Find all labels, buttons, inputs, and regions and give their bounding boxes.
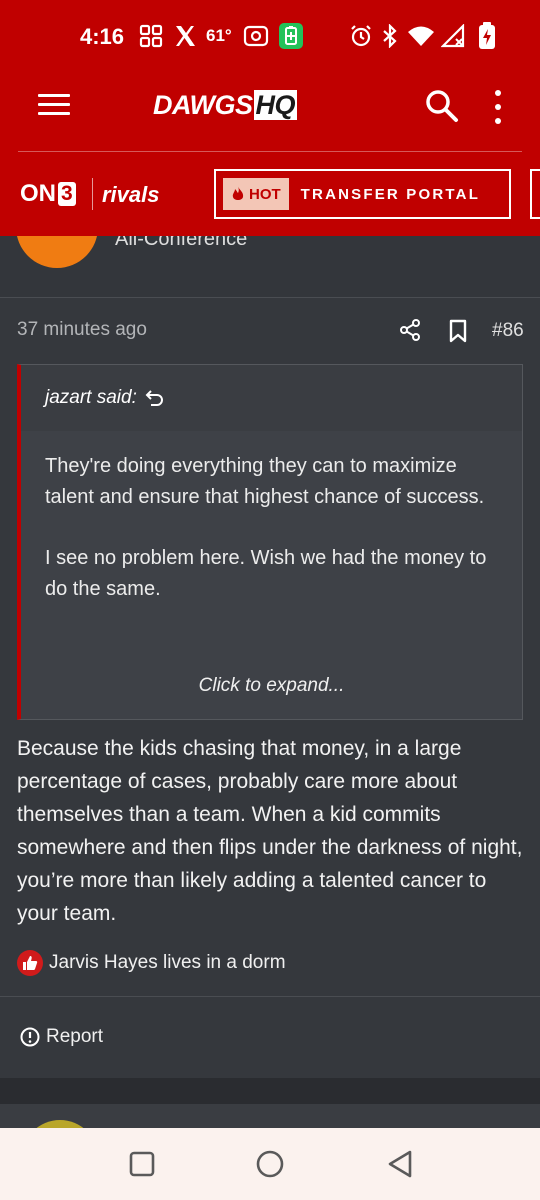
hamburger-icon[interactable] (38, 94, 70, 120)
search-icon[interactable] (424, 88, 460, 124)
quote-block: jazart said: They're doing everything th… (17, 364, 523, 720)
more-vertical-icon[interactable] (488, 90, 508, 124)
recents-icon[interactable] (126, 1148, 158, 1180)
on3-digit: 3 (58, 182, 76, 206)
system-nav-bar (0, 1128, 540, 1200)
signal-icon (440, 22, 466, 50)
go-to-quote-icon[interactable] (145, 388, 165, 408)
flame-icon (232, 186, 244, 200)
user-role: All-Conference (115, 236, 248, 250)
next-post (0, 1104, 540, 1128)
quote-author[interactable]: jazart said: (45, 387, 165, 409)
previous-post: All-Conference (0, 236, 540, 298)
transfer-portal-label: TRANSFER PORTAL (300, 185, 481, 203)
site-logo[interactable]: DAWGS HQ (153, 90, 298, 121)
status-time: 4:16 (80, 24, 125, 49)
share-icon[interactable] (398, 318, 422, 342)
home-icon[interactable] (254, 1148, 286, 1180)
logo-main-text: DAWGS (153, 90, 253, 120)
post-footer-divider (0, 996, 540, 997)
quote-paragraph: They're doing everything they can to max… (45, 455, 485, 508)
report-button[interactable]: Report (20, 1026, 103, 1048)
reaction-summary[interactable]: Jarvis Hayes lives in a dorm (17, 950, 286, 976)
transfer-portal-button[interactable]: HOT TRANSFER PORTAL (214, 169, 511, 219)
avatar[interactable] (16, 236, 98, 268)
hot-badge: HOT (223, 178, 289, 210)
status-temperature: 61° (206, 26, 232, 45)
battery-saver-icon (278, 22, 304, 50)
quote-body: They're doing everything they can to max… (45, 451, 505, 605)
x-logo-icon (172, 22, 198, 50)
click-to-expand[interactable]: Click to expand... (21, 675, 522, 697)
partner-bar: ON 3 rivals HOT TRANSFER PORTAL (0, 152, 540, 236)
post-separator (0, 1078, 540, 1104)
report-label: Report (46, 1026, 104, 1047)
post-timestamp[interactable]: 37 minutes ago (17, 319, 147, 341)
post-number[interactable]: #86 (492, 320, 524, 342)
weather-icon (242, 22, 270, 50)
report-icon (20, 1027, 40, 1047)
avatar[interactable] (22, 1120, 98, 1128)
rivals-logo[interactable]: rivals (102, 182, 160, 208)
on3-prefix: ON (20, 180, 56, 207)
quote-author-text: jazart said: (45, 387, 137, 408)
alarm-icon (348, 22, 374, 50)
bluetooth-icon (380, 22, 400, 50)
post-body: Because the kids chasing that money, in … (17, 737, 523, 925)
grid-icon (138, 22, 164, 50)
on3-logo[interactable]: ON 3 (20, 180, 76, 208)
battery-charging-icon (476, 22, 498, 50)
logo-accent-text: HQ (253, 90, 298, 120)
partner-divider (92, 178, 93, 210)
quote-fade (21, 597, 522, 667)
next-partner-chip[interactable] (530, 169, 540, 219)
like-icon (17, 950, 43, 976)
bookmark-icon[interactable] (447, 318, 469, 344)
app-header: DAWGS HQ (0, 72, 540, 152)
reaction-text: Jarvis Hayes lives in a dorm (49, 952, 286, 973)
back-icon[interactable] (384, 1148, 416, 1180)
status-bar: 4:16 61° (0, 0, 540, 72)
hot-label: HOT (249, 185, 281, 203)
quote-paragraph: I see no problem here. Wish we had the m… (45, 547, 487, 600)
wifi-icon (406, 22, 436, 50)
forum-post: 37 minutes ago #86 jazart said: They're … (0, 298, 540, 1078)
